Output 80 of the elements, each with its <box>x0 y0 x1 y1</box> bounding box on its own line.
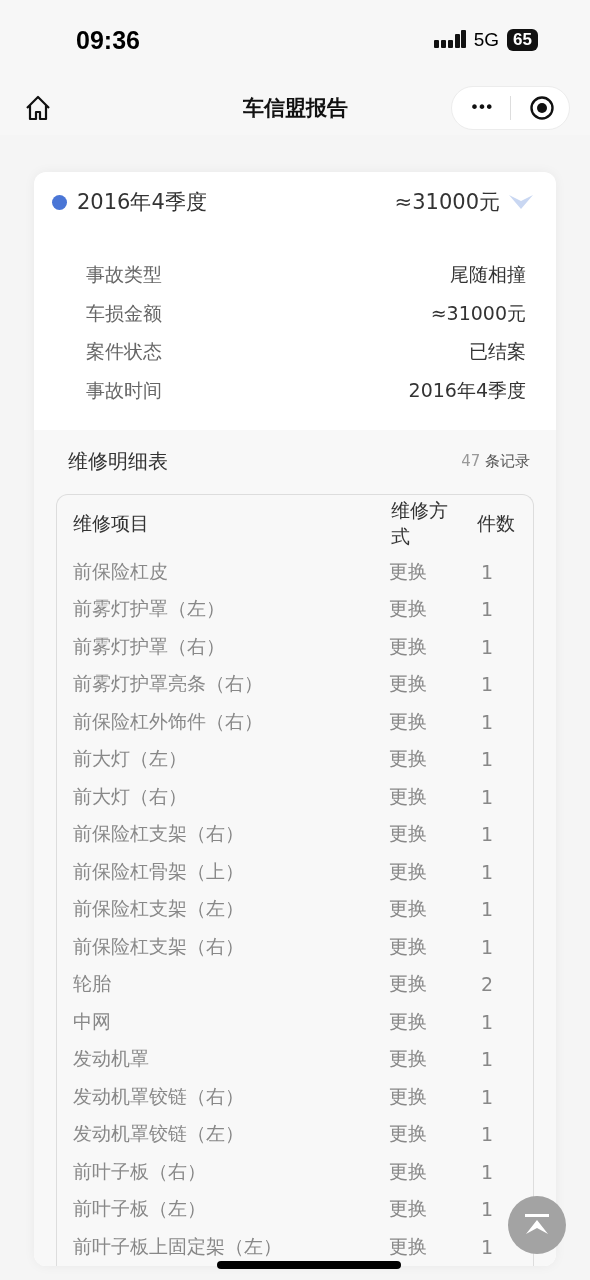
record-amount: ≈31000元 <box>394 189 500 216</box>
table-cell-text: 1 <box>479 710 495 733</box>
table-cell-text: 更换 <box>389 933 428 959</box>
table-cell-text: 前大灯（左） <box>73 746 188 772</box>
table-cell-text: 前雾灯护罩（左） <box>73 596 226 622</box>
record-period: 2016年4季度 <box>77 189 207 216</box>
table-cell-text: 1 <box>479 935 495 958</box>
table-cell-text: 轮胎 <box>73 971 112 997</box>
table-cell-text: 更换 <box>389 1233 428 1259</box>
detail-label: 事故时间 <box>86 377 162 403</box>
home-icon[interactable] <box>24 93 52 122</box>
table-cell-text: 更换 <box>389 1083 428 1109</box>
table-cell-text: 更换 <box>389 858 428 884</box>
table-cell-text: 1 <box>479 1010 495 1033</box>
table-cell-text: 更换 <box>389 821 428 847</box>
table-cell-text: 1 <box>479 673 495 696</box>
table-cell-text: 前叶子板上固定架（左） <box>73 1233 283 1259</box>
table-cell-text: 1 <box>479 1198 495 1221</box>
table-cell-text: 1 <box>479 1123 495 1146</box>
table-cell-text: 更换 <box>389 671 428 697</box>
battery-indicator: 65 <box>507 29 538 51</box>
table-cell-text: 更换 <box>389 1008 428 1034</box>
table-cell-text: 1 <box>479 823 495 846</box>
table-cell-text: 前大灯（右） <box>73 783 188 809</box>
network-label: 5G <box>473 29 500 51</box>
table-cell-text: 发动机罩铰链（右） <box>73 1083 245 1109</box>
detail-label: 案件状态 <box>86 339 162 365</box>
table-cell-text: 更换 <box>389 1121 428 1147</box>
detail-value: 2016年4季度 <box>408 377 526 403</box>
table-cell-text: 前保险杠支架（右） <box>73 933 245 959</box>
table-cell-text: 1 <box>479 898 495 921</box>
more-button[interactable]: ••• <box>469 98 492 117</box>
table-cell-text: 更换 <box>389 558 428 584</box>
section-title: 维修明细表 <box>68 447 168 475</box>
table-cell-text: 更换 <box>389 1196 428 1222</box>
signal-icon <box>433 30 466 50</box>
table-cell-text: 更换 <box>389 633 428 659</box>
detail-label: 事故类型 <box>86 262 162 288</box>
table-cell-text: 前保险杠支架（右） <box>73 821 245 847</box>
table-cell-text: 前雾灯护罩亮条（右） <box>73 671 264 697</box>
table-cell-text: 1 <box>479 560 495 583</box>
table-cell-text: 更换 <box>389 708 428 734</box>
table-cell-text: 更换 <box>389 746 428 772</box>
table-cell-text: 1 <box>479 1235 495 1258</box>
table-cell-text: 更换 <box>389 971 428 997</box>
detail-value: 尾随相撞 <box>450 262 526 288</box>
page-title: 车信盟报告 <box>242 94 348 122</box>
table-cell-text: 更换 <box>389 783 428 809</box>
table-cell-text: 1 <box>479 598 495 621</box>
table-cell-text: 1 <box>479 1048 495 1071</box>
table-cell-text: 更换 <box>389 896 428 922</box>
table-cell-text: 发动机罩 <box>73 1046 150 1072</box>
table-cell-text: 前叶子板（左） <box>73 1196 207 1222</box>
column-header: 维修项目 <box>73 511 150 536</box>
close-icon[interactable] <box>529 94 555 121</box>
table-cell-text: 更换 <box>389 1046 428 1072</box>
table-cell-text: 1 <box>479 635 495 658</box>
table-cell-text: 中网 <box>73 1008 112 1034</box>
table-cell-text: 前保险杠骨架（上） <box>73 858 245 884</box>
table-cell-text: 1 <box>479 1085 495 1108</box>
detail-value: ≈31000元 <box>430 300 526 326</box>
table-cell-text: 更换 <box>389 1158 428 1184</box>
table-cell-text: 1 <box>479 1160 495 1183</box>
table-cell-text: 前雾灯护罩（右） <box>73 633 226 659</box>
table-cell-text: 1 <box>479 748 495 771</box>
column-header: 维修方式 <box>391 498 449 549</box>
detail-label: 车损金额 <box>86 300 162 326</box>
table-cell-text: 2 <box>479 973 495 996</box>
table-cell-text: 更换 <box>389 596 428 622</box>
column-header: 件数 <box>476 511 515 536</box>
table-cell-text: 前保险杠皮 <box>73 558 169 584</box>
table-cell-text: 前保险杠支架（左） <box>73 896 245 922</box>
table-cell-text: 发动机罩铰链（左） <box>73 1121 245 1147</box>
status-time: 09:36 <box>76 25 140 55</box>
record-count: 47 条记录 <box>461 451 530 471</box>
detail-value: 已结案 <box>469 339 526 365</box>
table-cell-text: 1 <box>479 785 495 808</box>
table-cell-text: 1 <box>479 860 495 883</box>
table-cell-text: 前保险杠外饰件（右） <box>73 708 264 734</box>
table-cell-text: 前叶子板（右） <box>73 1158 207 1184</box>
